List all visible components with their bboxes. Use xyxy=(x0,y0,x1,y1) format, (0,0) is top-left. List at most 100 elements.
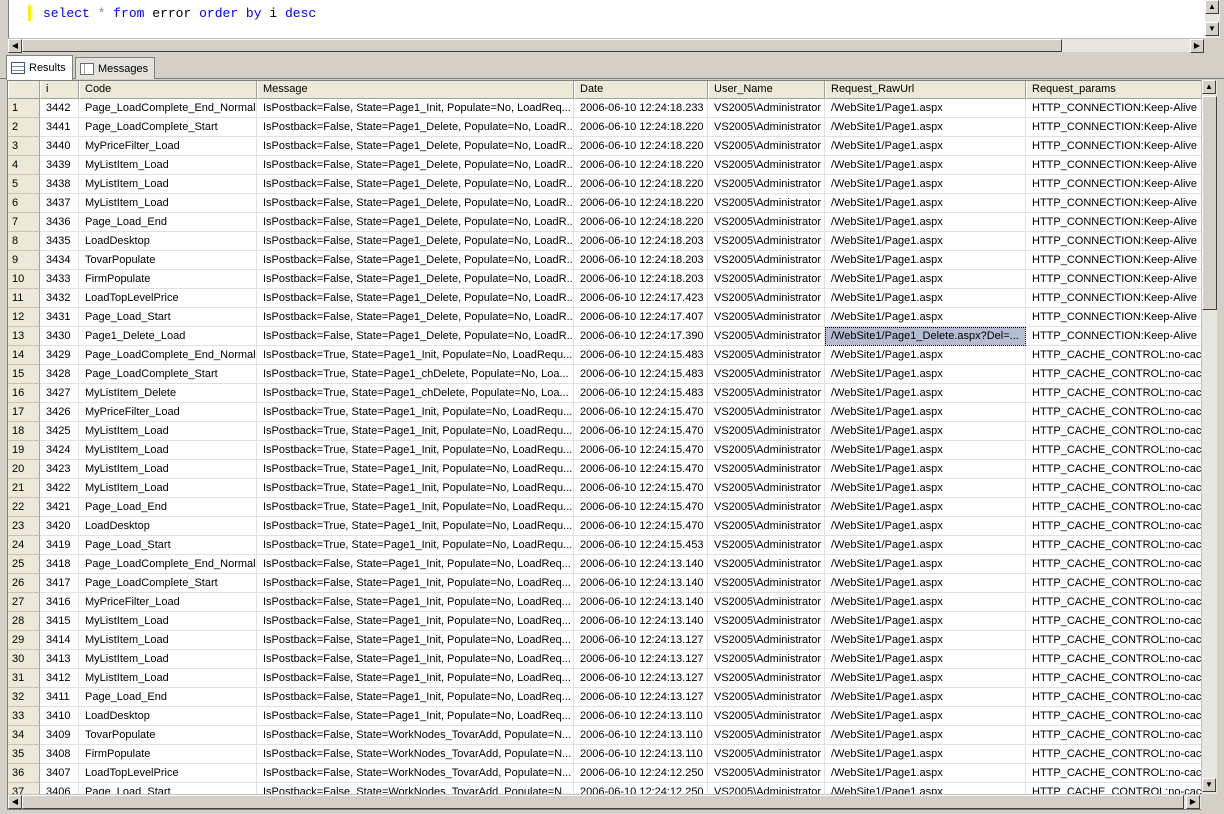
cell-message[interactable]: IsPostback=True, State=Page1_chDelete, P… xyxy=(257,365,574,384)
cell-date[interactable]: 2006-06-10 12:24:13.110 xyxy=(574,726,708,745)
cell-date[interactable]: 2006-06-10 12:24:15.470 xyxy=(574,422,708,441)
table-row[interactable]: 13 3430 Page1_Delete_Load IsPostback=False,… xyxy=(8,327,1206,346)
cell-date[interactable]: 2006-06-10 12:24:15.470 xyxy=(574,479,708,498)
cell-date[interactable]: 2006-06-10 12:24:13.140 xyxy=(574,555,708,574)
grid-vertical-scrollbar[interactable]: ▲ ▼ xyxy=(1201,80,1217,794)
cell-request-raw-url[interactable]: /WebSite1/Page1.aspx xyxy=(825,441,1026,460)
cell-message[interactable]: IsPostback=False, State=WorkNodes_TovarA… xyxy=(257,726,574,745)
table-row[interactable]: 7 3436 Page_Load_End IsPostback=False, Stat… xyxy=(8,213,1206,232)
cell-request-params[interactable]: HTTP_CONNECTION:Keep-Alive H xyxy=(1026,251,1206,270)
table-row[interactable]: 14 3429 Page_LoadComplete_End_Normal IsPost… xyxy=(8,346,1206,365)
cell-request-params[interactable]: HTTP_CONNECTION:Keep-Alive H xyxy=(1026,118,1206,137)
cell-user-name[interactable]: VS2005\Administrator xyxy=(708,194,825,213)
cell-id[interactable]: 3431 xyxy=(40,308,79,327)
cell-request-raw-url[interactable]: /WebSite1/Page1.aspx xyxy=(825,612,1026,631)
cell-request-raw-url[interactable]: /WebSite1/Page1.aspx xyxy=(825,574,1026,593)
cell-user-name[interactable]: VS2005\Administrator xyxy=(708,745,825,764)
cell-request-params[interactable]: HTTP_CACHE_CONTROL:no-cach xyxy=(1026,384,1206,403)
cell-user-name[interactable]: VS2005\Administrator xyxy=(708,289,825,308)
cell-message[interactable]: IsPostback=False, State=Page1_Delete, Po… xyxy=(257,327,574,346)
cell-code[interactable]: MyListItem_Load xyxy=(79,460,257,479)
cell-code[interactable]: Page_LoadComplete_End_Normal xyxy=(79,555,257,574)
cell-request-raw-url[interactable]: /WebSite1/Page1.aspx xyxy=(825,707,1026,726)
table-row[interactable]: 12 3431 Page_Load_Start IsPostback=False, S… xyxy=(8,308,1206,327)
cell-request-raw-url[interactable]: /WebSite1/Page1.aspx xyxy=(825,156,1026,175)
cell-message[interactable]: IsPostback=True, State=Page1_Init, Popul… xyxy=(257,403,574,422)
cell-request-params[interactable]: HTTP_CONNECTION:Keep-Alive H xyxy=(1026,137,1206,156)
cell-request-params[interactable]: HTTP_CONNECTION:Keep-Alive H xyxy=(1026,99,1206,118)
cell-date[interactable]: 2006-06-10 12:24:18.220 xyxy=(574,137,708,156)
cell-code[interactable]: FirmPopulate xyxy=(79,745,257,764)
cell-message[interactable]: IsPostback=False, State=Page1_Delete, Po… xyxy=(257,289,574,308)
row-number-cell[interactable]: 2 xyxy=(8,118,40,137)
cell-date[interactable]: 2006-06-10 12:24:17.407 xyxy=(574,308,708,327)
table-row[interactable]: 8 3435 LoadDesktop IsPostback=False, State=… xyxy=(8,232,1206,251)
cell-message[interactable]: IsPostback=False, State=Page1_Init, Popu… xyxy=(257,650,574,669)
cell-request-raw-url[interactable]: /WebSite1/Page1.aspx xyxy=(825,422,1026,441)
cell-message[interactable]: IsPostback=False, State=Page1_Delete, Po… xyxy=(257,156,574,175)
scroll-left-arrow-icon[interactable]: ◀ xyxy=(8,39,22,53)
sql-text-area[interactable]: select * from error order by i desc xyxy=(8,0,1204,38)
cell-request-params[interactable]: HTTP_CONNECTION:Keep-Alive H xyxy=(1026,308,1206,327)
row-number-cell[interactable]: 24 xyxy=(8,536,40,555)
cell-request-raw-url[interactable]: /WebSite1/Page1.aspx xyxy=(825,593,1026,612)
cell-code[interactable]: Page_LoadComplete_Start xyxy=(79,365,257,384)
cell-code[interactable]: Page_Load_End xyxy=(79,498,257,517)
table-row[interactable]: 36 3407 LoadTopLevelPrice IsPostback=False,… xyxy=(8,764,1206,783)
cell-user-name[interactable]: VS2005\Administrator xyxy=(708,251,825,270)
editor-horizontal-scrollbar[interactable]: ◀ ▶ xyxy=(8,38,1204,53)
cell-request-params[interactable]: HTTP_CONNECTION:Keep-Alive H xyxy=(1026,232,1206,251)
cell-user-name[interactable]: VS2005\Administrator xyxy=(708,365,825,384)
cell-request-raw-url[interactable]: /WebSite1/Page1.aspx xyxy=(825,346,1026,365)
cell-id[interactable]: 3425 xyxy=(40,422,79,441)
cell-request-raw-url[interactable]: /WebSite1/Page1.aspx xyxy=(825,403,1026,422)
cell-code[interactable]: LoadTopLevelPrice xyxy=(79,289,257,308)
table-row[interactable]: 29 3414 MyListItem_Load IsPostback=False, S… xyxy=(8,631,1206,650)
column-header-code[interactable]: Code xyxy=(79,81,257,99)
cell-id[interactable]: 3434 xyxy=(40,251,79,270)
cell-user-name[interactable]: VS2005\Administrator xyxy=(708,137,825,156)
cell-user-name[interactable]: VS2005\Administrator xyxy=(708,536,825,555)
column-header-request-params[interactable]: Request_params xyxy=(1026,81,1206,99)
cell-user-name[interactable]: VS2005\Administrator xyxy=(708,118,825,137)
cell-request-raw-url[interactable]: /WebSite1/Page1.aspx xyxy=(825,536,1026,555)
row-number-cell[interactable]: 36 xyxy=(8,764,40,783)
column-header-id[interactable]: i xyxy=(40,81,79,99)
cell-user-name[interactable]: VS2005\Administrator xyxy=(708,213,825,232)
cell-user-name[interactable]: VS2005\Administrator xyxy=(708,346,825,365)
cell-request-params[interactable]: HTTP_CACHE_CONTROL:no-cach xyxy=(1026,688,1206,707)
cell-request-raw-url[interactable]: /WebSite1/Page1.aspx xyxy=(825,232,1026,251)
cell-user-name[interactable]: VS2005\Administrator xyxy=(708,498,825,517)
cell-request-raw-url[interactable]: /WebSite1/Page1.aspx xyxy=(825,764,1026,783)
cell-id[interactable]: 3432 xyxy=(40,289,79,308)
table-row[interactable]: 26 3417 Page_LoadComplete_Start IsPostback=… xyxy=(8,574,1206,593)
cell-user-name[interactable]: VS2005\Administrator xyxy=(708,479,825,498)
table-row[interactable]: 28 3415 MyListItem_Load IsPostback=False, S… xyxy=(8,612,1206,631)
cell-request-params[interactable]: HTTP_CACHE_CONTROL:no-cach xyxy=(1026,422,1206,441)
cell-code[interactable]: Page_Load_End xyxy=(79,213,257,232)
cell-id[interactable]: 3407 xyxy=(40,764,79,783)
cell-date[interactable]: 2006-06-10 12:24:15.483 xyxy=(574,365,708,384)
cell-message[interactable]: IsPostback=False, State=Page1_Init, Popu… xyxy=(257,574,574,593)
cell-date[interactable]: 2006-06-10 12:24:18.220 xyxy=(574,156,708,175)
cell-message[interactable]: IsPostback=False, State=Page1_Delete, Po… xyxy=(257,308,574,327)
cell-date[interactable]: 2006-06-10 12:24:13.127 xyxy=(574,688,708,707)
row-number-cell[interactable]: 20 xyxy=(8,460,40,479)
cell-request-raw-url[interactable]: /WebSite1/Page1.aspx xyxy=(825,498,1026,517)
row-number-cell[interactable]: 10 xyxy=(8,270,40,289)
cell-date[interactable]: 2006-06-10 12:24:13.110 xyxy=(574,745,708,764)
cell-request-params[interactable]: HTTP_CACHE_CONTROL:no-cach xyxy=(1026,460,1206,479)
cell-id[interactable]: 3430 xyxy=(40,327,79,346)
cell-code[interactable]: Page_LoadComplete_Start xyxy=(79,118,257,137)
cell-request-params[interactable]: HTTP_CONNECTION:Keep-Alive H xyxy=(1026,175,1206,194)
row-number-cell[interactable]: 5 xyxy=(8,175,40,194)
table-row[interactable]: 17 3426 MyPriceFilter_Load IsPostback=True,… xyxy=(8,403,1206,422)
row-number-cell[interactable]: 15 xyxy=(8,365,40,384)
cell-request-raw-url[interactable]: /WebSite1/Page1.aspx xyxy=(825,194,1026,213)
cell-user-name[interactable]: VS2005\Administrator xyxy=(708,384,825,403)
cell-date[interactable]: 2006-06-10 12:24:15.470 xyxy=(574,460,708,479)
cell-date[interactable]: 2006-06-10 12:24:18.220 xyxy=(574,213,708,232)
table-row[interactable]: 25 3418 Page_LoadComplete_End_Normal IsPost… xyxy=(8,555,1206,574)
cell-request-params[interactable]: HTTP_CACHE_CONTROL:no-cach xyxy=(1026,555,1206,574)
cell-id[interactable]: 3438 xyxy=(40,175,79,194)
